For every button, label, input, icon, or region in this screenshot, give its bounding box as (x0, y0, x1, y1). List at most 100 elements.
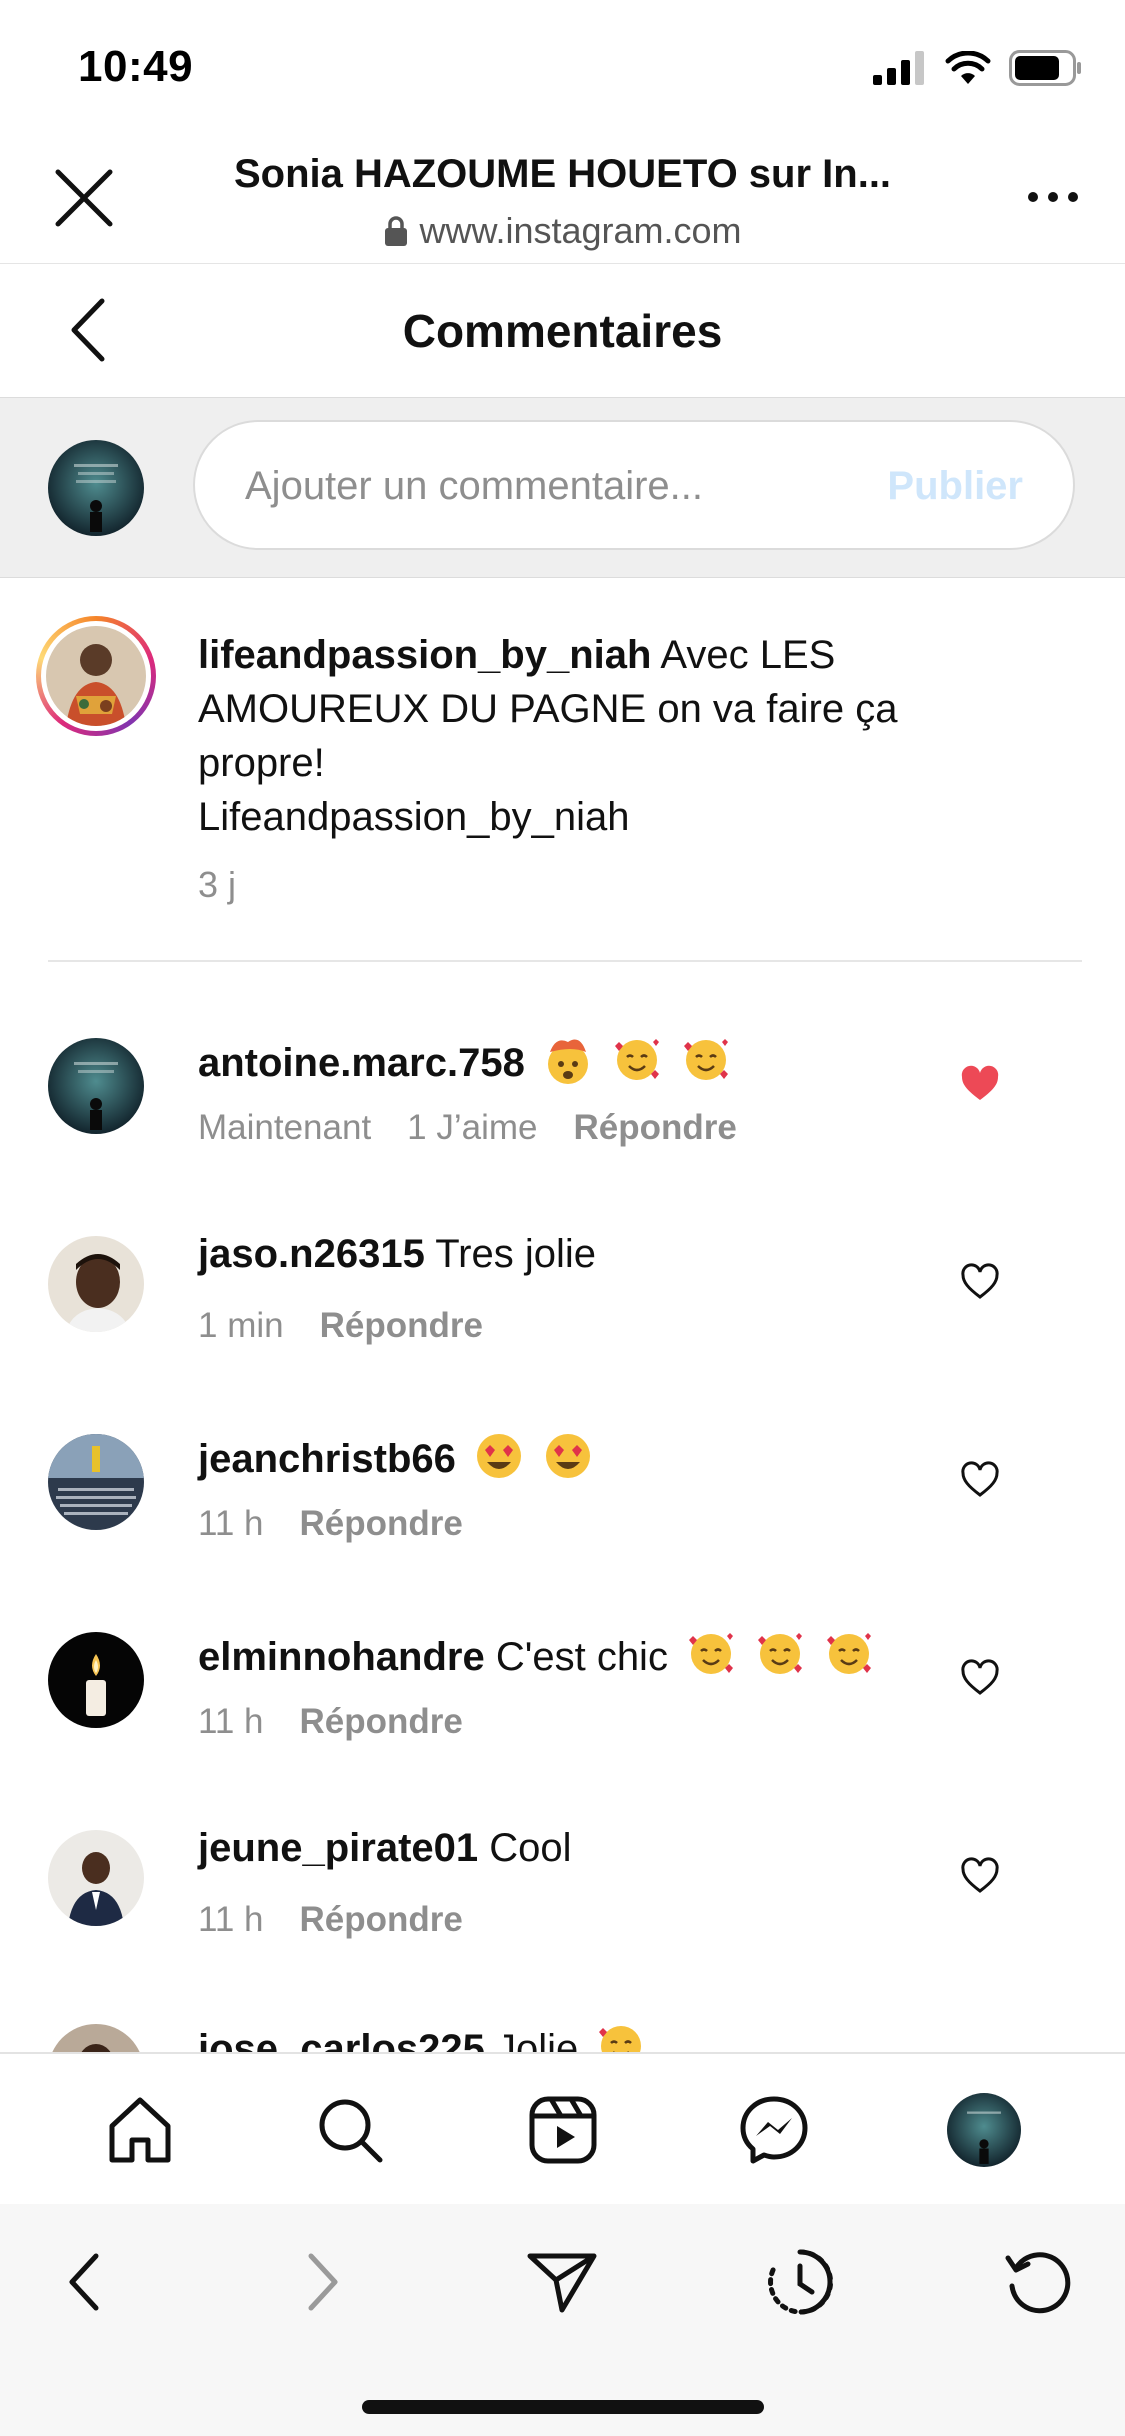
comment-username[interactable]: jeune_pirate01 (198, 1826, 478, 1870)
reload-icon (1005, 2252, 1071, 2314)
comment-time: 1 min (198, 1306, 284, 1345)
heart-eyes-emoji (546, 1434, 591, 1478)
browser-header: Sonia HAZOUME HOUETO sur In... www.insta… (0, 132, 1125, 264)
story-ring[interactable] (36, 616, 156, 736)
comment-body: Tres jolie (424, 1232, 596, 1276)
divider (48, 960, 1082, 962)
comment-text: antoine.marc.758 (198, 1034, 732, 1086)
messenger-icon (740, 2096, 808, 2164)
search-icon (319, 2099, 383, 2163)
post-caption: lifeandpassion_by_niah Avec LES AMOUREUX… (0, 578, 1125, 962)
comment-time: 11 h (198, 1900, 264, 1939)
comment-text: jaso.n26315 Tres jolie (198, 1232, 596, 1277)
comment-input-placeholder: Ajouter un commentaire... (245, 464, 703, 508)
page-title: Sonia HAZOUME HOUETO sur In... (233, 152, 892, 196)
browser-forward-button[interactable] (283, 2242, 363, 2322)
reply-button[interactable]: Répondre (320, 1306, 483, 1346)
reply-button[interactable]: Répondre (300, 1504, 463, 1544)
comment-row: jeune_pirate01 Cool 11 h Répondre (0, 1792, 1125, 1990)
avatar[interactable] (48, 1038, 144, 1134)
avatar (947, 2093, 1021, 2167)
comment-text: jeune_pirate01 Cool (198, 1826, 572, 1871)
browser-back-button[interactable] (44, 2242, 124, 2322)
lock-icon (385, 216, 408, 246)
smiling-hearts-emoji (758, 1633, 803, 1674)
reload-button[interactable] (998, 2242, 1078, 2322)
comment-body: Cool (478, 1826, 572, 1870)
heart-eyes-emoji (477, 1434, 522, 1478)
nav-profile[interactable] (944, 2090, 1024, 2170)
reply-button[interactable]: Répondre (300, 1702, 463, 1742)
home-icon (109, 2097, 171, 2163)
history-icon (768, 2249, 833, 2315)
comments-title: Commentaires (402, 305, 723, 357)
reply-button[interactable]: Répondre (574, 1108, 737, 1148)
more-options-button[interactable] (1021, 172, 1085, 222)
wifi-icon (945, 51, 991, 84)
comment-row: jaso.n26315 Tres jolie 1 min Répondre (0, 1198, 1125, 1396)
comment-meta: Maintenant 1 J’aime Répondre (198, 1108, 737, 1148)
smiling-hearts-emoji (827, 1633, 872, 1674)
comment-username[interactable]: antoine.marc.758 (198, 1041, 525, 1085)
avatar[interactable] (48, 2024, 144, 2052)
nav-search[interactable] (310, 2090, 390, 2170)
comment-time: Maintenant (198, 1108, 372, 1147)
history-button[interactable] (760, 2242, 840, 2322)
comment-meta: 11 h Répondre (198, 1504, 463, 1544)
avatar[interactable] (48, 1434, 144, 1530)
comment-text: jeanchristb66 (198, 1430, 594, 1482)
nav-messenger[interactable] (734, 2090, 814, 2170)
send-icon (527, 2253, 597, 2313)
nav-home[interactable] (100, 2090, 180, 2170)
exploding-head-emoji (547, 1039, 588, 1084)
avatar[interactable] (48, 1632, 144, 1728)
heart-icon[interactable] (960, 1856, 1000, 1896)
comment-body: Jolie (484, 2027, 579, 2052)
caption-body-1: Avec LES (651, 633, 836, 677)
close-icon (55, 169, 113, 227)
chevron-left-icon (69, 2253, 99, 2311)
reels-icon (529, 2096, 597, 2164)
comment-text: jose_carlos225 Jolie (198, 2020, 647, 2052)
heart-icon[interactable] (960, 1658, 1000, 1698)
status-time: 10:49 (78, 42, 194, 91)
avatar[interactable] (48, 1830, 144, 1926)
smiling-hearts-emoji (615, 1039, 660, 1080)
comment-time: 11 h (198, 1702, 264, 1741)
publish-button[interactable]: Publier (887, 464, 1023, 509)
comment-row: elminnohandre C'est chic 11 h Répondre (0, 1594, 1125, 1792)
comments-header: Commentaires (0, 264, 1125, 398)
comment-username[interactable]: elminnohandre (198, 1635, 485, 1679)
avatar[interactable] (48, 1236, 144, 1332)
page-url[interactable]: www.instagram.com (170, 210, 955, 252)
comment-composer: Ajouter un commentaire... Publier (0, 398, 1125, 578)
heart-icon[interactable] (960, 1460, 1000, 1500)
heart-icon[interactable] (960, 1262, 1000, 1302)
comment-input[interactable]: Ajouter un commentaire... Publier (193, 420, 1075, 550)
heart-icon[interactable] (960, 1064, 1000, 1104)
smiling-hearts-emoji (599, 2026, 642, 2052)
comment-body: C'est chic (484, 1635, 668, 1679)
comment-likes[interactable]: 1 J’aime (407, 1108, 537, 1148)
comment-username[interactable]: jose_carlos225 (198, 2027, 485, 2052)
caption-body-4: Lifeandpassion_by_niah (198, 795, 630, 839)
comment-username[interactable]: jeanchristb66 (198, 1437, 456, 1481)
comment-row: jeanchristb66 11 h Répondre (0, 1396, 1125, 1594)
nav-reels[interactable] (523, 2090, 603, 2170)
status-bar: 10:49 (0, 0, 1125, 132)
reply-button[interactable]: Répondre (300, 1900, 463, 1940)
status-icons (873, 50, 1083, 86)
comment-meta: 1 min Répondre (198, 1306, 483, 1346)
comment-text: elminnohandre C'est chic (198, 1628, 875, 1680)
instagram-bottom-nav (0, 2052, 1125, 2204)
avatar (46, 626, 146, 726)
share-button[interactable] (522, 2242, 602, 2322)
smiling-hearts-emoji (684, 1039, 729, 1080)
avatar (48, 440, 144, 536)
comment-username[interactable]: jaso.n26315 (198, 1232, 425, 1276)
url-text: www.instagram.com (419, 210, 742, 251)
close-button[interactable] (48, 162, 120, 234)
caption-username[interactable]: lifeandpassion_by_niah (198, 633, 651, 677)
caption-body-3: propre! (198, 741, 325, 785)
comment-time: 11 h (198, 1504, 264, 1543)
